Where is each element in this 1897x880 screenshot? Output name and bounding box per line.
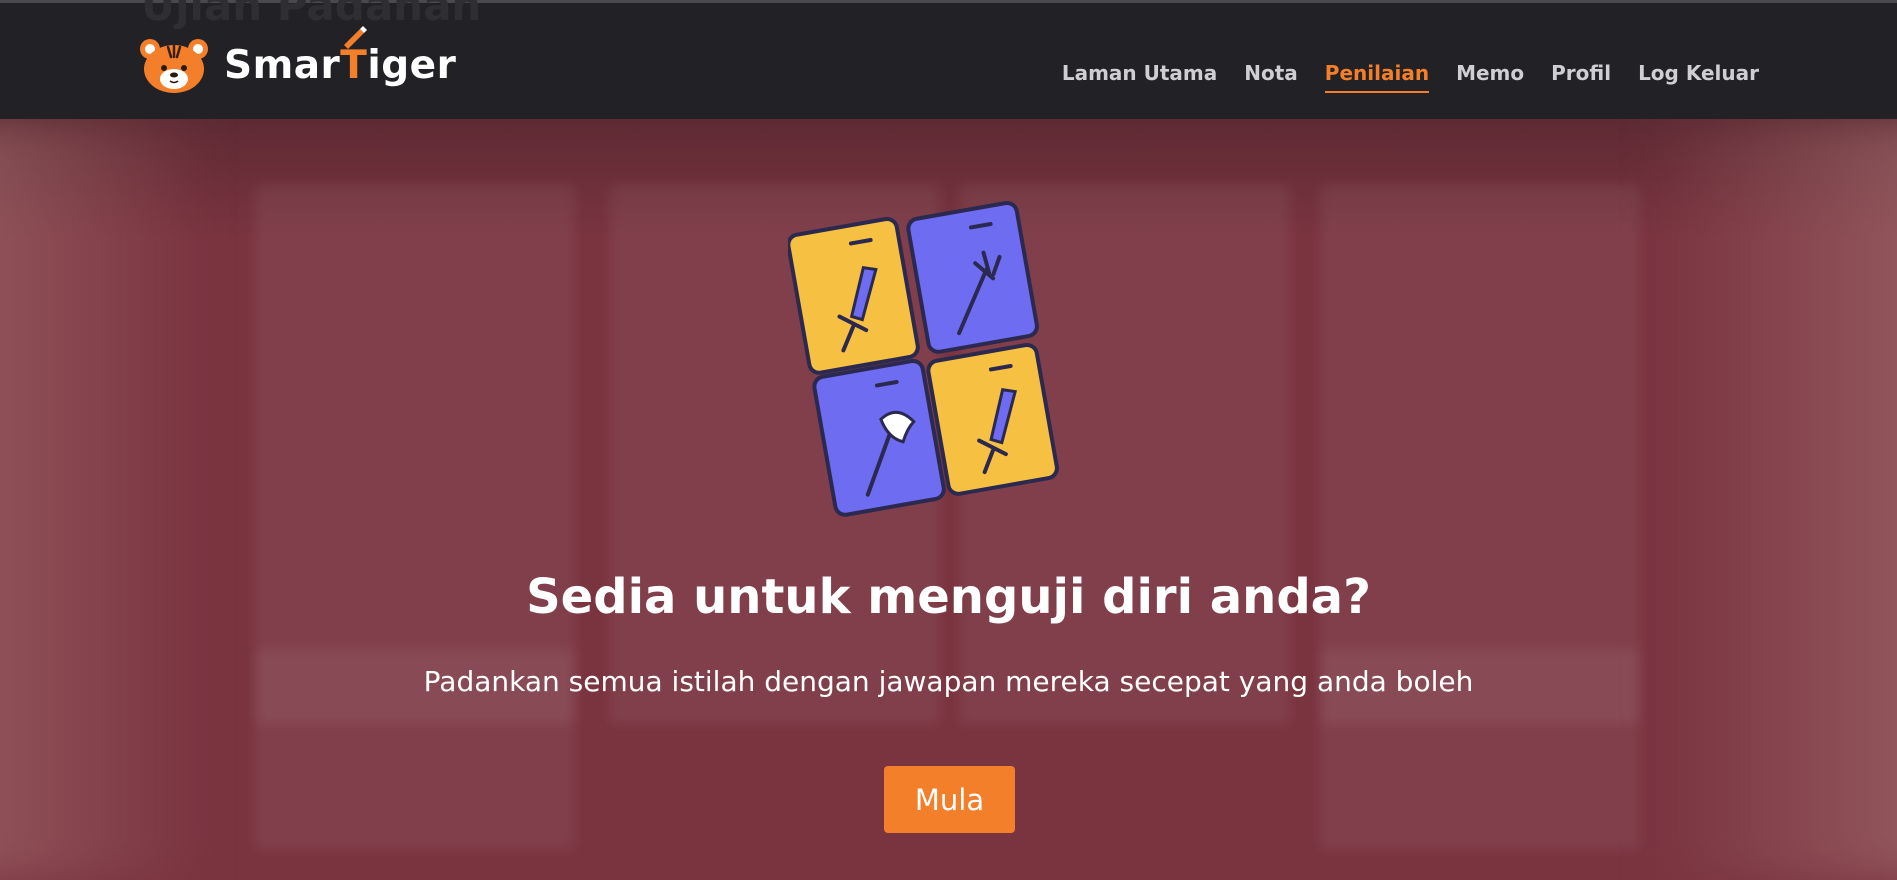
hero-title: Sedia untuk menguji diri anda?	[526, 569, 1371, 625]
main-nav: Laman Utama Nota Penilaian Memo Profil L…	[1035, 61, 1759, 93]
axe-card-icon	[812, 358, 946, 517]
nav-link-log-keluar[interactable]: Log Keluar	[1638, 61, 1759, 93]
matching-cards-illustration	[788, 200, 1059, 517]
brand-name-part1: Smar	[224, 42, 341, 88]
top-navbar: Ujian Padanan SmarTiger Laman Utama Nota…	[0, 0, 1897, 119]
pencil-icon	[344, 25, 367, 49]
tiger-face-icon	[140, 39, 208, 93]
sword-card-icon	[926, 342, 1059, 496]
brand-name-part2: iger	[367, 42, 457, 88]
sword-card-icon	[788, 216, 920, 375]
brand-name-highlight: T	[340, 42, 368, 88]
brand-name: SmarTiger	[224, 25, 457, 88]
start-overlay: Sedia untuk menguji diri anda? Padankan …	[0, 119, 1897, 880]
nav-link-memo[interactable]: Memo	[1456, 61, 1524, 93]
start-button[interactable]: Mula	[884, 766, 1015, 833]
nav-link-profil[interactable]: Profil	[1551, 61, 1611, 93]
background-page-title: Ujian Padanan	[141, 0, 482, 30]
hero-subtitle: Padankan semua istilah dengan jawapan me…	[423, 665, 1474, 698]
brand-logo-link[interactable]: SmarTiger	[138, 25, 457, 97]
nav-link-nota[interactable]: Nota	[1244, 61, 1298, 93]
nav-link-laman-utama[interactable]: Laman Utama	[1062, 61, 1217, 93]
trident-card-icon	[906, 200, 1039, 354]
nav-link-penilaian[interactable]: Penilaian	[1324, 61, 1430, 93]
